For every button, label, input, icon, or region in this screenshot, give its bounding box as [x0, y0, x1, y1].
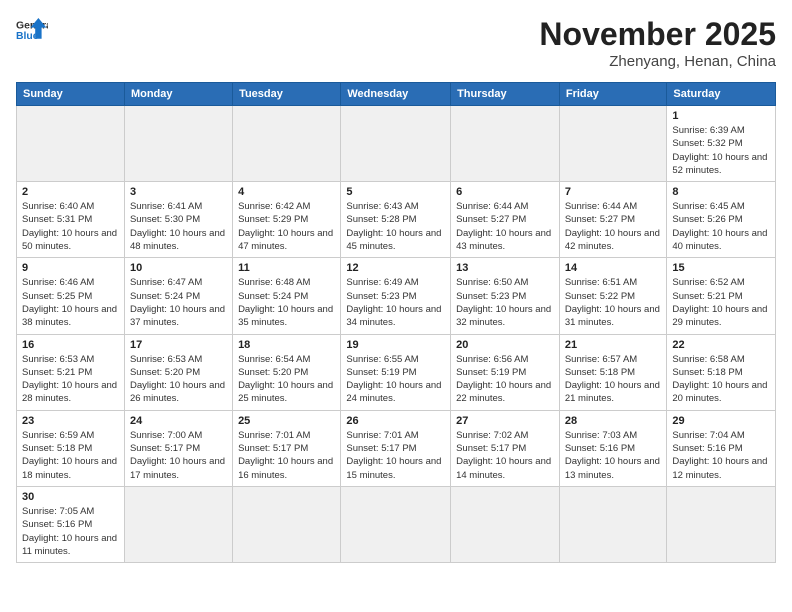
table-cell-empty	[341, 106, 451, 182]
table-row: 9 Sunrise: 6:46 AMSunset: 5:25 PMDayligh…	[17, 258, 776, 334]
table-cell-22: 22 Sunrise: 6:58 AMSunset: 5:18 PMDaylig…	[667, 334, 776, 410]
table-row: 30 Sunrise: 7:05 AMSunset: 5:16 PMDaylig…	[17, 486, 776, 562]
table-cell-empty	[124, 486, 232, 562]
day-info: Sunrise: 6:39 AMSunset: 5:32 PMDaylight:…	[672, 124, 770, 177]
table-cell-3: 3 Sunrise: 6:41 AMSunset: 5:30 PMDayligh…	[124, 182, 232, 258]
table-cell-4: 4 Sunrise: 6:42 AMSunset: 5:29 PMDayligh…	[233, 182, 341, 258]
table-row: 16 Sunrise: 6:53 AMSunset: 5:21 PMDaylig…	[17, 334, 776, 410]
table-cell-25: 25 Sunrise: 7:01 AMSunset: 5:17 PMDaylig…	[233, 410, 341, 486]
th-tuesday: Tuesday	[233, 83, 341, 106]
table-cell-empty	[124, 106, 232, 182]
table-cell-17: 17 Sunrise: 6:53 AMSunset: 5:20 PMDaylig…	[124, 334, 232, 410]
table-cell-7: 7 Sunrise: 6:44 AMSunset: 5:27 PMDayligh…	[559, 182, 667, 258]
title-block: November 2025 Zhenyang, Henan, China	[539, 16, 776, 70]
table-cell-20: 20 Sunrise: 6:56 AMSunset: 5:19 PMDaylig…	[451, 334, 560, 410]
th-monday: Monday	[124, 83, 232, 106]
location-title: Zhenyang, Henan, China	[539, 53, 776, 70]
table-cell-30: 30 Sunrise: 7:05 AMSunset: 5:16 PMDaylig…	[17, 486, 125, 562]
table-row: 23 Sunrise: 6:59 AMSunset: 5:18 PMDaylig…	[17, 410, 776, 486]
table-cell-29: 29 Sunrise: 7:04 AMSunset: 5:16 PMDaylig…	[667, 410, 776, 486]
table-cell-21: 21 Sunrise: 6:57 AMSunset: 5:18 PMDaylig…	[559, 334, 667, 410]
table-cell-empty	[559, 486, 667, 562]
table-cell-empty	[341, 486, 451, 562]
table-cell-19: 19 Sunrise: 6:55 AMSunset: 5:19 PMDaylig…	[341, 334, 451, 410]
table-cell-23: 23 Sunrise: 6:59 AMSunset: 5:18 PMDaylig…	[17, 410, 125, 486]
table-cell-2: 2 Sunrise: 6:40 AMSunset: 5:31 PMDayligh…	[17, 182, 125, 258]
table-cell-empty	[233, 486, 341, 562]
table-cell-empty	[559, 106, 667, 182]
table-cell-28: 28 Sunrise: 7:03 AMSunset: 5:16 PMDaylig…	[559, 410, 667, 486]
table-cell-13: 13 Sunrise: 6:50 AMSunset: 5:23 PMDaylig…	[451, 258, 560, 334]
weekday-header-row: Sunday Monday Tuesday Wednesday Thursday…	[17, 83, 776, 106]
generalblue-icon: General Blue	[16, 16, 48, 44]
table-cell-15: 15 Sunrise: 6:52 AMSunset: 5:21 PMDaylig…	[667, 258, 776, 334]
table-cell-26: 26 Sunrise: 7:01 AMSunset: 5:17 PMDaylig…	[341, 410, 451, 486]
th-friday: Friday	[559, 83, 667, 106]
calendar: Sunday Monday Tuesday Wednesday Thursday…	[16, 82, 776, 563]
table-cell-24: 24 Sunrise: 7:00 AMSunset: 5:17 PMDaylig…	[124, 410, 232, 486]
th-sunday: Sunday	[17, 83, 125, 106]
table-cell-empty	[233, 106, 341, 182]
table-cell-9: 9 Sunrise: 6:46 AMSunset: 5:25 PMDayligh…	[17, 258, 125, 334]
table-cell-empty	[17, 106, 125, 182]
header: General Blue November 2025 Zhenyang, Hen…	[16, 16, 776, 70]
table-cell-16: 16 Sunrise: 6:53 AMSunset: 5:21 PMDaylig…	[17, 334, 125, 410]
table-cell-empty	[667, 486, 776, 562]
th-wednesday: Wednesday	[341, 83, 451, 106]
table-cell-18: 18 Sunrise: 6:54 AMSunset: 5:20 PMDaylig…	[233, 334, 341, 410]
table-cell-14: 14 Sunrise: 6:51 AMSunset: 5:22 PMDaylig…	[559, 258, 667, 334]
table-row: 2 Sunrise: 6:40 AMSunset: 5:31 PMDayligh…	[17, 182, 776, 258]
table-cell-1: 1 Sunrise: 6:39 AMSunset: 5:32 PMDayligh…	[667, 106, 776, 182]
page: General Blue November 2025 Zhenyang, Hen…	[0, 0, 792, 612]
table-cell-empty	[451, 486, 560, 562]
table-cell-27: 27 Sunrise: 7:02 AMSunset: 5:17 PMDaylig…	[451, 410, 560, 486]
day-number: 1	[672, 110, 770, 122]
logo: General Blue	[16, 16, 48, 44]
table-cell-empty	[451, 106, 560, 182]
table-row: 1 Sunrise: 6:39 AMSunset: 5:32 PMDayligh…	[17, 106, 776, 182]
table-cell-5: 5 Sunrise: 6:43 AMSunset: 5:28 PMDayligh…	[341, 182, 451, 258]
table-cell-10: 10 Sunrise: 6:47 AMSunset: 5:24 PMDaylig…	[124, 258, 232, 334]
th-thursday: Thursday	[451, 83, 560, 106]
table-cell-12: 12 Sunrise: 6:49 AMSunset: 5:23 PMDaylig…	[341, 258, 451, 334]
table-cell-11: 11 Sunrise: 6:48 AMSunset: 5:24 PMDaylig…	[233, 258, 341, 334]
th-saturday: Saturday	[667, 83, 776, 106]
table-cell-6: 6 Sunrise: 6:44 AMSunset: 5:27 PMDayligh…	[451, 182, 560, 258]
table-cell-8: 8 Sunrise: 6:45 AMSunset: 5:26 PMDayligh…	[667, 182, 776, 258]
month-title: November 2025	[539, 16, 776, 53]
